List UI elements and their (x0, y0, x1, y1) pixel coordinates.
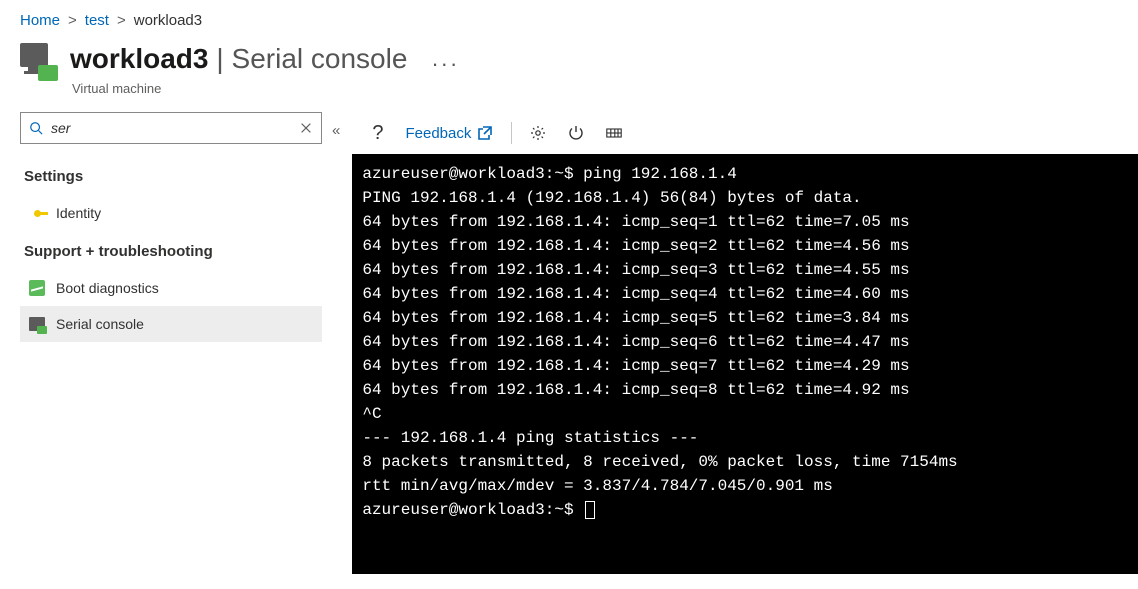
key-icon (28, 204, 46, 222)
vm-resource-icon (20, 43, 56, 79)
feedback-button[interactable]: Feedback (397, 121, 501, 146)
main-content: ? Feedback (352, 112, 1138, 574)
terminal-line: rtt min/avg/max/mdev = 3.837/4.784/7.045… (362, 474, 1128, 498)
keyboard-button[interactable] (598, 121, 630, 145)
sidebar-item-label: Identity (56, 205, 101, 221)
toolbar-divider (511, 122, 512, 144)
sidebar-item-label: Boot diagnostics (56, 280, 159, 296)
keyboard-icon (606, 125, 622, 141)
terminal-line: 64 bytes from 192.168.1.4: icmp_seq=5 tt… (362, 306, 1128, 330)
breadcrumb-home[interactable]: Home (20, 12, 60, 29)
terminal-line: 64 bytes from 192.168.1.4: icmp_seq=3 tt… (362, 258, 1128, 282)
gear-icon (530, 125, 546, 141)
terminal-icon (28, 315, 46, 333)
sidebar-item-boot-diagnostics[interactable]: Boot diagnostics (20, 270, 322, 306)
collapse-sidebar-icon[interactable]: « (326, 116, 346, 145)
breadcrumb-sep-icon: > (117, 12, 126, 29)
chart-icon (28, 279, 46, 297)
breadcrumb-current: workload3 (134, 12, 202, 29)
title-separator: | (212, 43, 227, 74)
terminal-line: 64 bytes from 192.168.1.4: icmp_seq=2 tt… (362, 234, 1128, 258)
feedback-label: Feedback (405, 125, 471, 142)
power-button[interactable] (560, 121, 592, 145)
blade-section-name: Serial console (232, 43, 408, 74)
sidebar: Settings Identity Support + troubleshoot… (20, 112, 322, 342)
terminal-line: azureuser@workload3:~$ ping 192.168.1.4 (362, 162, 1128, 186)
cursor-icon (585, 501, 595, 519)
terminal-line: 8 packets transmitted, 8 received, 0% pa… (362, 450, 1128, 474)
terminal-line: 64 bytes from 192.168.1.4: icmp_seq=8 tt… (362, 378, 1128, 402)
sidebar-item-identity[interactable]: Identity (20, 195, 322, 231)
more-actions-icon[interactable]: ··· (431, 51, 459, 77)
terminal-line: --- 192.168.1.4 ping statistics --- (362, 426, 1128, 450)
settings-button[interactable] (522, 121, 554, 145)
resource-name: workload3 (70, 43, 208, 74)
serial-console-output[interactable]: azureuser@workload3:~$ ping 192.168.1.4P… (352, 154, 1138, 574)
breadcrumb-level1[interactable]: test (85, 12, 109, 29)
section-settings: Settings (20, 156, 322, 195)
resource-type-label: Virtual machine (0, 81, 1138, 110)
section-support: Support + troubleshooting (20, 231, 322, 270)
page-title: workload3 | Serial console ··· (70, 43, 459, 77)
search-icon (29, 121, 43, 135)
terminal-line: 64 bytes from 192.168.1.4: icmp_seq=4 tt… (362, 282, 1128, 306)
menu-search[interactable] (20, 112, 322, 144)
terminal-line: 64 bytes from 192.168.1.4: icmp_seq=6 tt… (362, 330, 1128, 354)
sidebar-item-serial-console[interactable]: Serial console (20, 306, 322, 342)
power-icon (568, 125, 584, 141)
breadcrumb-sep-icon: > (68, 12, 77, 29)
terminal-line: PING 192.168.1.4 (192.168.1.4) 56(84) by… (362, 186, 1128, 210)
toolbar: ? Feedback (352, 112, 1138, 154)
breadcrumb: Home > test > workload3 (0, 0, 1138, 33)
sidebar-item-label: Serial console (56, 316, 144, 332)
menu-search-input[interactable] (51, 120, 293, 136)
help-button[interactable]: ? (364, 118, 391, 149)
terminal-line: 64 bytes from 192.168.1.4: icmp_seq=7 tt… (362, 354, 1128, 378)
external-link-icon (477, 125, 493, 141)
clear-icon[interactable] (299, 121, 313, 135)
terminal-line: ^C (362, 402, 1128, 426)
terminal-prompt[interactable]: azureuser@workload3:~$ (362, 498, 1128, 522)
terminal-line: 64 bytes from 192.168.1.4: icmp_seq=1 tt… (362, 210, 1128, 234)
page-title-row: workload3 | Serial console ··· (0, 33, 1138, 83)
